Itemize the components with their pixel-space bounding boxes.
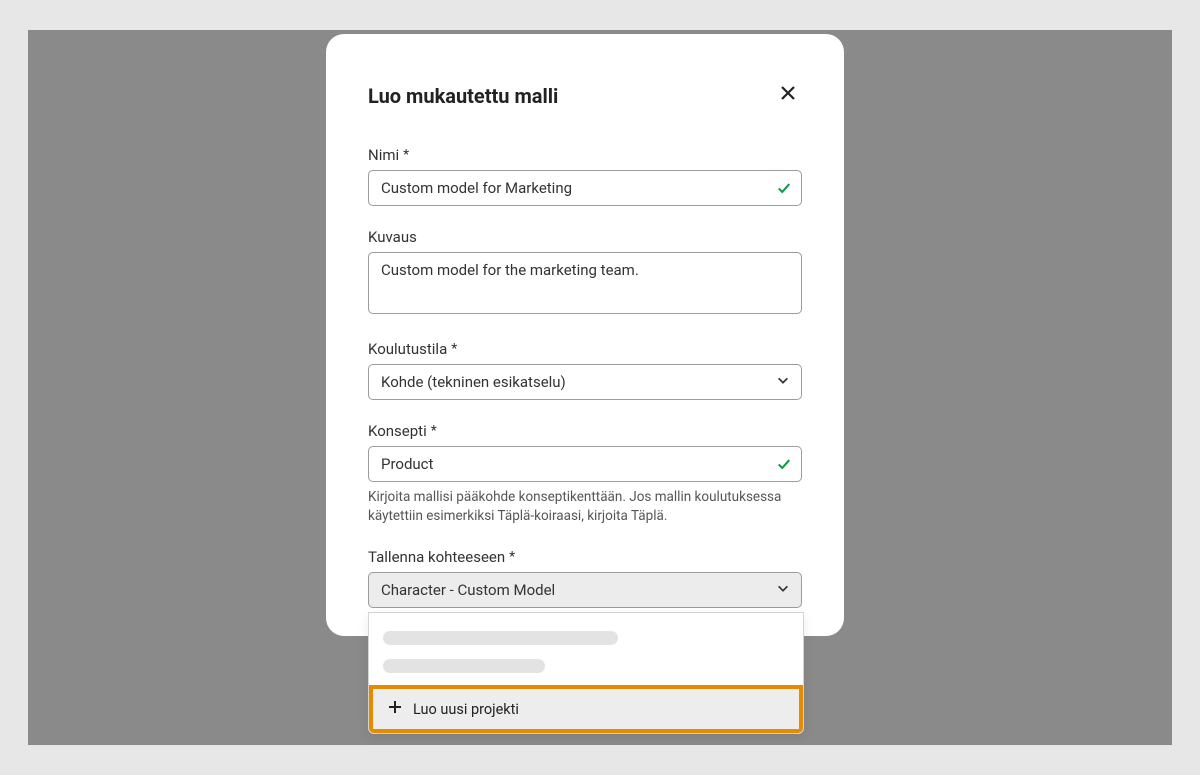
concept-help-text: Kirjoita mallisi pääkohde konseptikenttä…: [368, 488, 802, 526]
required-marker: *: [509, 549, 515, 565]
dropdown-loading-skeleton: [369, 613, 803, 685]
create-custom-model-modal: Luo mukautettu malli Nimi * Kuvaus: [326, 34, 844, 636]
required-marker: *: [451, 341, 457, 357]
save-to-label-row: Tallenna kohteeseen *: [368, 548, 802, 566]
description-textarea[interactable]: Custom model for the marketing team.: [368, 252, 802, 314]
concept-input-wrap: [368, 446, 802, 482]
modal-title: Luo mukautettu malli: [368, 84, 802, 108]
save-to-label: Tallenna kohteeseen: [368, 548, 505, 566]
concept-label-row: Konsepti *: [368, 422, 802, 440]
close-icon: [780, 85, 796, 104]
name-label-row: Nimi *: [368, 146, 802, 164]
concept-label: Konsepti: [368, 422, 427, 440]
training-mode-select[interactable]: Kohde (tekninen esikatselu): [368, 364, 802, 400]
field-description: Kuvaus Custom model for the marketing te…: [368, 228, 802, 318]
name-label: Nimi: [368, 146, 399, 164]
required-marker: *: [431, 423, 437, 439]
description-label: Kuvaus: [368, 228, 417, 246]
field-concept: Konsepti * Kirjoita mallisi pääkohde kon…: [368, 422, 802, 526]
check-icon: [776, 456, 792, 472]
plus-icon: [387, 699, 403, 719]
app-backdrop: Luo mukautettu malli Nimi * Kuvaus: [28, 30, 1172, 745]
skeleton-line: [383, 631, 618, 645]
save-to-dropdown: Luo uusi projekti: [368, 612, 804, 734]
concept-input[interactable]: [368, 446, 802, 482]
field-name: Nimi *: [368, 146, 802, 206]
create-new-project-button[interactable]: Luo uusi projekti: [369, 685, 803, 733]
required-marker: *: [403, 147, 409, 163]
skeleton-line: [383, 659, 545, 673]
field-training-mode: Koulutustila * Kohde (tekninen esikatsel…: [368, 340, 802, 400]
field-save-to: Tallenna kohteeseen * Character - Custom…: [368, 548, 802, 608]
description-label-row: Kuvaus: [368, 228, 802, 246]
modal-content: Luo mukautettu malli Nimi * Kuvaus: [326, 84, 844, 636]
check-icon: [776, 180, 792, 196]
save-to-select[interactable]: Character - Custom Model: [368, 572, 802, 608]
training-mode-label-row: Koulutustila *: [368, 340, 802, 358]
training-mode-label: Koulutustila: [368, 340, 447, 358]
close-button[interactable]: [774, 80, 802, 108]
training-mode-select-wrap: Kohde (tekninen esikatselu): [368, 364, 802, 400]
name-input[interactable]: [368, 170, 802, 206]
save-to-select-wrap: Character - Custom Model: [368, 572, 802, 608]
create-new-project-label: Luo uusi projekti: [413, 701, 519, 718]
name-input-wrap: [368, 170, 802, 206]
